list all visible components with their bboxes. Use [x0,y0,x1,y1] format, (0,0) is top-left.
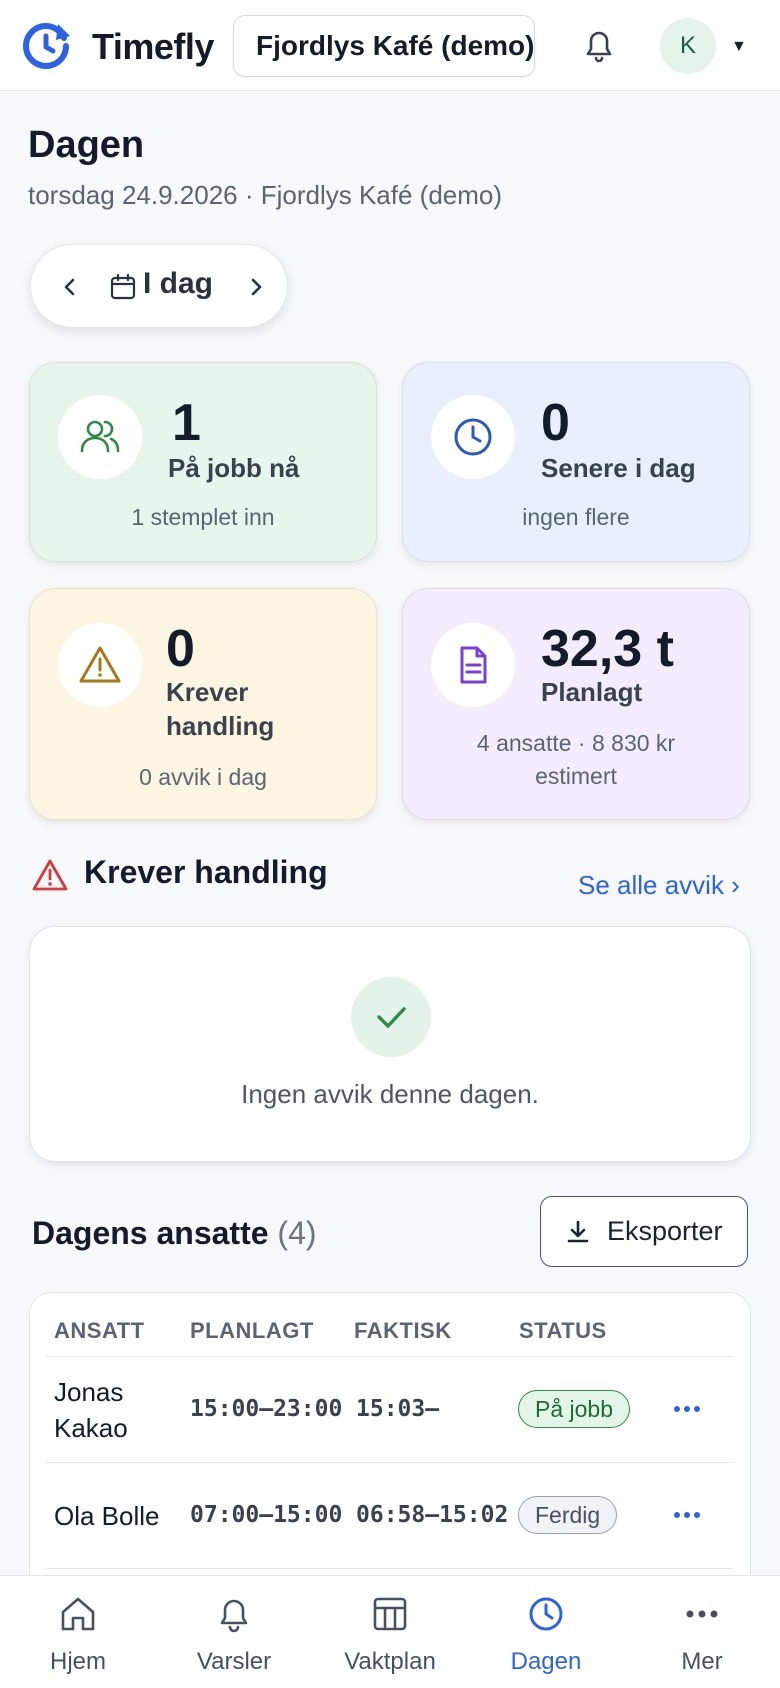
home-icon [61,1597,95,1631]
stat-foot: 0 avvik i dag [139,764,267,790]
day-label[interactable]: I dag [143,267,213,301]
chevron-right-icon[interactable] [241,271,271,303]
page-subtitle: torsdag 24.9.2026 · Fjordlys Kafé (demo) [28,180,503,210]
clock-icon [431,395,515,479]
more-dots-icon[interactable] [672,1510,702,1520]
brand-name: Timefly [92,26,214,67]
page-title: Dagen [28,124,145,166]
users-icon [58,395,142,479]
stat-label: På jobb nå [168,453,300,483]
nav-item-more[interactable]: Mer [624,1576,780,1688]
stat-label: Krever handling [166,677,275,741]
nav-item-home[interactable]: Hjem [0,1576,156,1688]
employees-title: Dagens ansatte [32,1215,269,1251]
chevron-down-icon[interactable]: ▼ [731,38,747,56]
nav-item-schedule[interactable]: Vaktplan [312,1576,468,1688]
timefly-logo-icon[interactable] [20,20,72,72]
employee-name[interactable]: Jonas Kakao [54,1374,164,1446]
export-label: Eksporter [607,1216,723,1246]
grid-calendar-icon [373,1597,407,1631]
stat-card-on-duty[interactable]: 1 På jobb nå 1 stemplet inn [29,362,377,562]
stat-card-later-today[interactable]: 0 Senere i dag ingen flere [402,362,750,562]
check-icon [351,977,431,1057]
row-divider [46,1356,734,1357]
stat-foot: 4 ansatte · 8 830 kr estimert [476,730,676,789]
chevron-left-icon[interactable] [55,271,85,303]
download-icon [567,1220,589,1243]
stat-label: Planlagt [541,677,643,707]
clock-icon [529,1597,563,1631]
nav-label: Vaktplan [344,1648,436,1675]
row-divider [46,1462,734,1463]
nav-label: Dagen [510,1648,582,1675]
section-title-employees: Dagens ansatte (4) [32,1215,317,1252]
planned-time: 07:00–15:00 [190,1502,343,1528]
column-header-status: STATUS [519,1318,607,1343]
status-badge: På jobb [518,1390,631,1428]
nav-label: Mer [681,1648,723,1675]
org-selector[interactable]: Fjordlys Kafé (demo) [233,15,535,77]
no-deviations-card: Ingen avvik denne dagen. [29,926,751,1162]
notifications-bell-icon[interactable] [578,24,620,66]
column-header-actual: FAKTISK [354,1318,452,1343]
bell-icon [220,1599,248,1633]
employees-count: (4) [277,1215,317,1251]
stat-card-planned[interactable]: 32,3 t Planlagt 4 ansatte · 8 830 kr est… [402,588,750,820]
nav-label: Varsler [196,1648,272,1675]
row-divider [46,1568,734,1569]
bottom-navigation: Hjem Varsler Vaktplan Dagen Mer [0,1575,780,1688]
alert-triangle-icon [32,859,68,891]
stat-value: 0 [166,620,195,678]
actual-time: 15:03– [356,1396,440,1422]
nav-item-day[interactable]: Dagen [468,1576,624,1688]
stat-foot: 1 stemplet inn [131,504,275,530]
status-badge: Ferdig [518,1496,618,1534]
stat-value: 1 [172,394,201,452]
employee-name[interactable]: Ola Bolle [54,1498,160,1534]
nav-item-notifications[interactable]: Varsler [156,1576,312,1688]
document-icon [431,623,515,707]
more-dots-icon [686,1610,718,1618]
stat-card-needs-action[interactable]: 0 Krever handling 0 avvik i dag [29,588,377,820]
empty-state-text: Ingen avvik denne dagen. [241,1079,539,1109]
stat-label: Senere i dag [541,453,696,483]
stat-value: 32,3 t [541,620,674,678]
top-bar: Timefly Fjordlys Kafé (demo) K ▼ [0,0,780,91]
calendar-icon [110,273,136,300]
section-title-action: Krever handling [84,854,328,890]
column-header-employee: ANSATT [54,1318,145,1343]
more-dots-icon[interactable] [672,1404,702,1414]
avatar[interactable]: K [660,18,716,74]
column-header-planned: PLANLAGT [190,1318,314,1343]
stat-value: 0 [541,394,570,452]
day-navigator: I dag [30,244,288,328]
warning-triangle-icon [58,623,142,707]
export-button[interactable]: Eksporter [540,1196,748,1267]
nav-label: Hjem [49,1648,106,1675]
actual-time: 06:58–15:02 [356,1502,509,1528]
see-all-deviations-link[interactable]: Se alle avvik › [578,870,740,901]
planned-time: 15:00–23:00 [190,1396,343,1422]
stat-foot: ingen flere [522,504,630,530]
